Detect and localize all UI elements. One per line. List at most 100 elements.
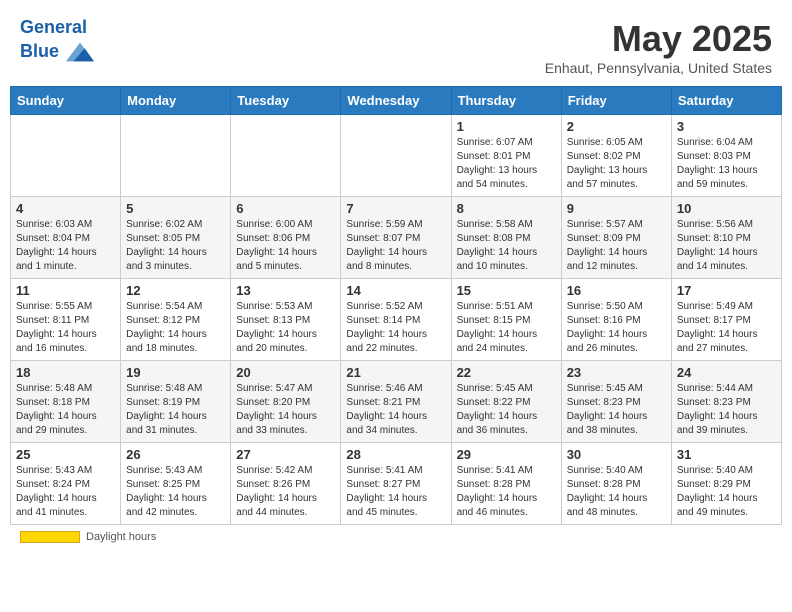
day-number: 23 (567, 365, 666, 380)
day-number: 1 (457, 119, 556, 134)
day-number: 15 (457, 283, 556, 298)
location-subtitle: Enhaut, Pennsylvania, United States (545, 60, 772, 76)
calendar-cell: 3 Sunrise: 6:04 AM Sunset: 8:03 PM Daylig… (671, 115, 781, 197)
day-info: Sunrise: 5:52 AM Sunset: 8:14 PM Dayligh… (346, 300, 445, 356)
day-number: 24 (677, 365, 776, 380)
calendar-cell: 28 Sunrise: 5:41 AM Sunset: 8:27 PM Dayli… (341, 443, 451, 525)
day-info: Sunrise: 6:04 AM Sunset: 8:03 PM Dayligh… (677, 136, 776, 192)
footer: Daylight hours (10, 525, 782, 549)
day-info: Sunrise: 6:03 AM Sunset: 8:04 PM Dayligh… (16, 218, 115, 274)
day-info: Sunrise: 5:45 AM Sunset: 8:22 PM Dayligh… (457, 382, 556, 438)
logo: General Blue (20, 18, 94, 66)
day-header-monday: Monday (121, 87, 231, 115)
day-number: 22 (457, 365, 556, 380)
day-info: Sunrise: 5:58 AM Sunset: 8:08 PM Dayligh… (457, 218, 556, 274)
day-number: 29 (457, 447, 556, 462)
calendar-cell: 17Sunrise: 5:49 AM Sunset: 8:17 PM Dayli… (671, 279, 781, 361)
logo-text: General (20, 18, 94, 38)
calendar-cell: 12Sunrise: 5:54 AM Sunset: 8:12 PM Dayli… (121, 279, 231, 361)
calendar-cell: 6 Sunrise: 6:00 AM Sunset: 8:06 PM Daylig… (231, 197, 341, 279)
calendar-cell: 4 Sunrise: 6:03 AM Sunset: 8:04 PM Daylig… (11, 197, 121, 279)
day-info: Sunrise: 5:51 AM Sunset: 8:15 PM Dayligh… (457, 300, 556, 356)
calendar-cell: 15 Sunrise: 5:51 AM Sunset: 8:15 PM Dayli… (451, 279, 561, 361)
day-info: Sunrise: 5:42 AM Sunset: 8:26 PM Dayligh… (236, 464, 335, 520)
day-number: 26 (126, 447, 225, 462)
day-header-wednesday: Wednesday (341, 87, 451, 115)
calendar-cell: 27Sunrise: 5:42 AM Sunset: 8:26 PM Dayli… (231, 443, 341, 525)
day-info: Sunrise: 6:02 AM Sunset: 8:05 PM Dayligh… (126, 218, 225, 274)
day-number: 28 (346, 447, 445, 462)
day-info: Sunrise: 5:45 AM Sunset: 8:23 PM Dayligh… (567, 382, 666, 438)
day-info: Sunrise: 5:47 AM Sunset: 8:20 PM Dayligh… (236, 382, 335, 438)
calendar-cell: 19 Sunrise: 5:48 AM Sunset: 8:19 PM Dayli… (121, 361, 231, 443)
day-number: 19 (126, 365, 225, 380)
day-info: Sunrise: 5:55 AM Sunset: 8:11 PM Dayligh… (16, 300, 115, 356)
day-number: 17 (677, 283, 776, 298)
day-number: 7 (346, 201, 445, 216)
day-number: 16 (567, 283, 666, 298)
title-block: May 2025 Enhaut, Pennsylvania, United St… (545, 18, 772, 76)
calendar-cell: 1Sunrise: 6:07 AM Sunset: 8:01 PM Daylig… (451, 115, 561, 197)
calendar-cell: 7 Sunrise: 5:59 AM Sunset: 8:07 PM Daylig… (341, 197, 451, 279)
day-number: 25 (16, 447, 115, 462)
day-number: 5 (126, 201, 225, 216)
day-info: Sunrise: 5:59 AM Sunset: 8:07 PM Dayligh… (346, 218, 445, 274)
day-number: 21 (346, 365, 445, 380)
day-info: Sunrise: 5:48 AM Sunset: 8:19 PM Dayligh… (126, 382, 225, 438)
day-number: 14 (346, 283, 445, 298)
day-info: Sunrise: 5:56 AM Sunset: 8:10 PM Dayligh… (677, 218, 776, 274)
day-number: 6 (236, 201, 335, 216)
day-number: 9 (567, 201, 666, 216)
calendar-cell: 11Sunrise: 5:55 AM Sunset: 8:11 PM Dayli… (11, 279, 121, 361)
calendar-cell: 29 Sunrise: 5:41 AM Sunset: 8:28 PM Dayli… (451, 443, 561, 525)
day-number: 20 (236, 365, 335, 380)
calendar-table: SundayMondayTuesdayWednesdayThursdayFrid… (10, 86, 782, 525)
calendar-cell: 13 Sunrise: 5:53 AM Sunset: 8:13 PM Dayli… (231, 279, 341, 361)
calendar-cell (121, 115, 231, 197)
day-info: Sunrise: 5:40 AM Sunset: 8:28 PM Dayligh… (567, 464, 666, 520)
calendar-cell (341, 115, 451, 197)
calendar-cell: 22 Sunrise: 5:45 AM Sunset: 8:22 PM Dayli… (451, 361, 561, 443)
day-number: 13 (236, 283, 335, 298)
logo-icon (66, 38, 94, 66)
calendar-cell: 20 Sunrise: 5:47 AM Sunset: 8:20 PM Dayli… (231, 361, 341, 443)
day-header-thursday: Thursday (451, 87, 561, 115)
day-info: Sunrise: 6:00 AM Sunset: 8:06 PM Dayligh… (236, 218, 335, 274)
day-info: Sunrise: 5:48 AM Sunset: 8:18 PM Dayligh… (16, 382, 115, 438)
calendar-header-row: SundayMondayTuesdayWednesdayThursdayFrid… (11, 87, 782, 115)
calendar-cell: 2Sunrise: 6:05 AM Sunset: 8:02 PM Daylig… (561, 115, 671, 197)
day-info: Sunrise: 5:57 AM Sunset: 8:09 PM Dayligh… (567, 218, 666, 274)
calendar-cell: 9 Sunrise: 5:57 AM Sunset: 8:09 PM Daylig… (561, 197, 671, 279)
calendar-cell: 24 Sunrise: 5:44 AM Sunset: 8:23 PM Dayli… (671, 361, 781, 443)
calendar-week-row: 25 Sunrise: 5:43 AM Sunset: 8:24 PM Dayli… (11, 443, 782, 525)
calendar-cell (231, 115, 341, 197)
day-info: Sunrise: 6:05 AM Sunset: 8:02 PM Dayligh… (567, 136, 666, 192)
calendar-cell (11, 115, 121, 197)
calendar-cell: 21 Sunrise: 5:46 AM Sunset: 8:21 PM Dayli… (341, 361, 451, 443)
day-info: Sunrise: 5:41 AM Sunset: 8:27 PM Dayligh… (346, 464, 445, 520)
legend-bar (20, 531, 80, 543)
day-info: Sunrise: 5:46 AM Sunset: 8:21 PM Dayligh… (346, 382, 445, 438)
calendar-cell: 25 Sunrise: 5:43 AM Sunset: 8:24 PM Dayli… (11, 443, 121, 525)
calendar-cell: 8 Sunrise: 5:58 AM Sunset: 8:08 PM Daylig… (451, 197, 561, 279)
day-number: 8 (457, 201, 556, 216)
calendar-week-row: 11Sunrise: 5:55 AM Sunset: 8:11 PM Dayli… (11, 279, 782, 361)
day-info: Sunrise: 5:44 AM Sunset: 8:23 PM Dayligh… (677, 382, 776, 438)
day-info: Sunrise: 5:40 AM Sunset: 8:29 PM Dayligh… (677, 464, 776, 520)
day-number: 10 (677, 201, 776, 216)
calendar-cell: 16 Sunrise: 5:50 AM Sunset: 8:16 PM Dayli… (561, 279, 671, 361)
calendar-cell: 10 Sunrise: 5:56 AM Sunset: 8:10 PM Dayli… (671, 197, 781, 279)
calendar-cell: 18Sunrise: 5:48 AM Sunset: 8:18 PM Dayli… (11, 361, 121, 443)
logo-subtext: Blue (20, 38, 94, 66)
day-info: Sunrise: 5:43 AM Sunset: 8:24 PM Dayligh… (16, 464, 115, 520)
day-info: Sunrise: 5:53 AM Sunset: 8:13 PM Dayligh… (236, 300, 335, 356)
day-number: 4 (16, 201, 115, 216)
calendar-cell: 30Sunrise: 5:40 AM Sunset: 8:28 PM Dayli… (561, 443, 671, 525)
day-number: 3 (677, 119, 776, 134)
day-info: Sunrise: 5:50 AM Sunset: 8:16 PM Dayligh… (567, 300, 666, 356)
day-info: Sunrise: 5:43 AM Sunset: 8:25 PM Dayligh… (126, 464, 225, 520)
month-title: May 2025 (545, 18, 772, 60)
day-header-saturday: Saturday (671, 87, 781, 115)
day-info: Sunrise: 5:41 AM Sunset: 8:28 PM Dayligh… (457, 464, 556, 520)
calendar-cell: 23 Sunrise: 5:45 AM Sunset: 8:23 PM Dayli… (561, 361, 671, 443)
